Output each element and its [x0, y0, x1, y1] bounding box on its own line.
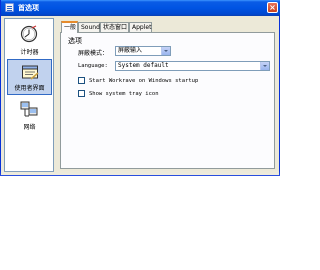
chevron-down-icon[interactable]	[260, 62, 269, 70]
preferences-content: 一般 Sounds 状态窗口 Applet 选项 屏蔽模式： 屏蔽输入 Lang…	[57, 18, 278, 172]
window-title: 首选项	[18, 4, 39, 12]
screensaver-mode-label: 屏蔽模式：	[78, 50, 109, 57]
preferences-app-icon	[5, 3, 14, 12]
tab-status-window[interactable]: 状态窗口	[100, 22, 129, 32]
sidebar-item-timer[interactable]: 计时器	[7, 22, 52, 58]
language-value: System default	[118, 62, 169, 69]
sidebar-item-label: 使用者界面	[14, 85, 45, 92]
close-button[interactable]: ×	[267, 2, 278, 13]
tab-general[interactable]: 一般	[61, 21, 78, 33]
sidebar-item-user-interface[interactable]: 使用者界面	[7, 59, 52, 95]
user-interface-icon	[22, 65, 39, 80]
preferences-sidebar: 计时器 使用者界面 网络	[4, 18, 54, 172]
bottom-fade	[0, 170, 280, 270]
preferences-window: 首选项 × 计时器 使用者界面 网络 一般 Sounds 状态窗口 Applet…	[0, 0, 280, 176]
language-label: Language:	[78, 63, 108, 69]
sidebar-item-label: 网络	[23, 124, 36, 131]
language-dropdown[interactable]: System default	[115, 61, 270, 71]
options-section-title: 选项	[68, 37, 82, 45]
tray-icon-label[interactable]: Show system tray icon	[89, 91, 159, 97]
tab-sounds[interactable]: Sounds	[78, 22, 103, 32]
start-on-startup-checkbox[interactable]	[78, 77, 85, 84]
sidebar-item-network[interactable]: 网络	[7, 97, 52, 133]
tray-icon-checkbox[interactable]	[78, 90, 85, 97]
timer-icon	[20, 25, 38, 43]
screensaver-mode-value: 屏蔽输入	[118, 47, 143, 54]
general-tab-panel: 选项 屏蔽模式： 屏蔽输入 Language: System default S…	[60, 32, 275, 169]
sidebar-item-label: 计时器	[20, 49, 39, 56]
screensaver-mode-dropdown[interactable]: 屏蔽输入	[115, 46, 171, 56]
chevron-down-icon[interactable]	[161, 47, 170, 55]
network-icon	[20, 101, 38, 117]
start-on-startup-label[interactable]: Start Workrave on Windows startup	[89, 78, 198, 84]
title-bar[interactable]: 首选项 ×	[1, 0, 280, 16]
tab-applet[interactable]: Applet	[129, 22, 152, 32]
